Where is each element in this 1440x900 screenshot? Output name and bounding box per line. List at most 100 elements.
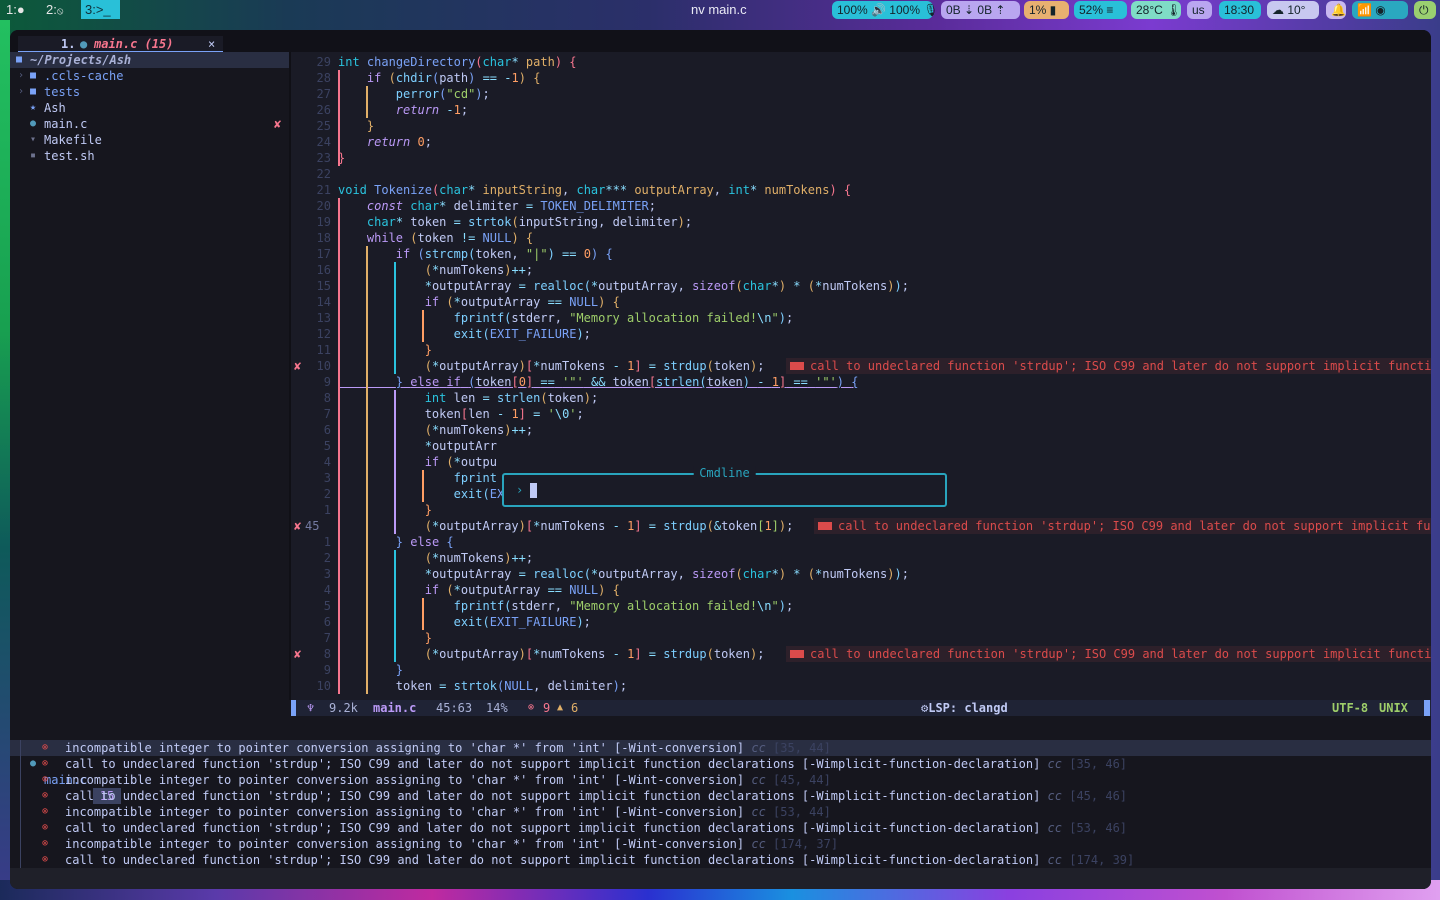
code-line[interactable]: 3 *outputArray = realloc(*outputArray, s… [291, 566, 1431, 582]
code-line[interactable]: 10 token = strtok(NULL, delimiter); [291, 678, 1431, 694]
code-line[interactable]: 18 while (token != NULL) { [291, 230, 1431, 246]
diagnostic-text: incompatible integer to pointer conversi… [65, 836, 838, 852]
diagnostic-item[interactable]: ⊗ call to undeclared function 'strdup'; I… [10, 820, 1431, 836]
module-cpu[interactable]: 1% ▮ [1024, 1, 1069, 19]
code-text: void Tokenize(char* inputString, char***… [338, 183, 852, 197]
close-icon[interactable]: × [208, 36, 215, 52]
error-square-icon [790, 650, 804, 658]
workspace-1[interactable]: 1:● [2, 0, 29, 19]
code-line[interactable]: 9 } else if (token[0] == '"' && token[st… [291, 374, 1431, 390]
code-line[interactable]: 13 fprintf(stderr, "Memory allocation fa… [291, 310, 1431, 326]
line-number: 26 [316, 103, 331, 117]
code-text: exit(EXIT_FAILURE); [453, 615, 591, 629]
code-line[interactable]: 25 } [291, 118, 1431, 134]
diagnostic-item[interactable]: ⊗ call to undeclared function 'strdup'; I… [10, 852, 1431, 868]
cmdline-popup: Cmdline › [502, 466, 947, 507]
file-explorer: ■ ~/Projects/Ash › ■ .ccls-cache › ■ tests ★ As… [10, 52, 289, 700]
indent-guide [422, 470, 424, 502]
code-line[interactable]: ✘ 8 (*outputArray)[*numTokens - 1] = strd… [291, 646, 1431, 662]
tree-root[interactable]: ■ ~/Projects/Ash [10, 52, 289, 68]
code-text: fprintf(stderr, "Memory allocation faile… [453, 311, 794, 325]
code-line[interactable]: 17 if (strcmp(token, "|") == 0) { [291, 246, 1431, 262]
module-weather[interactable]: ☁ 10° [1267, 1, 1319, 19]
module-clock[interactable]: 18:30 [1219, 1, 1261, 19]
code-line[interactable]: 4 if (*outputArray == NULL) { [291, 582, 1431, 598]
code-line[interactable]: 26 return -1; [291, 102, 1431, 118]
module-temperature[interactable]: 28°C 🌡 [1131, 1, 1181, 19]
module-network-traffic[interactable]: 0B ⇣ 0B ⇡ [941, 1, 1020, 19]
code-line[interactable]: 24 return 0; [291, 134, 1431, 150]
code-line[interactable]: 8 int len = strlen(token); [291, 390, 1431, 406]
diagnostics-file-header[interactable]: ⌄ ● main.c 15 [10, 724, 1431, 804]
tree-item[interactable]: › ■ tests [10, 84, 289, 100]
code-line[interactable]: 20 const char* delimiter = TOKEN_DELIMIT… [291, 198, 1431, 214]
diagnostic-item[interactable]: ⊗ incompatible integer to pointer convers… [10, 836, 1431, 852]
tree-item[interactable]: ▪ test.sh [10, 148, 289, 164]
tree-item[interactable]: ★ Ash [10, 100, 289, 116]
diagnostic-text: incompatible integer to pointer conversi… [65, 772, 831, 788]
cmdline-input[interactable] [530, 483, 537, 498]
code-text: exit(EXIT_FAILURE); [453, 327, 591, 341]
diagnostic-text: incompatible integer to pointer conversi… [65, 740, 831, 756]
code-line[interactable]: 27 perror("cd"); [291, 86, 1431, 102]
code-line[interactable]: 5 *outputArr [291, 438, 1431, 454]
code-line[interactable]: 19 char* token = strtok(inputString, del… [291, 214, 1431, 230]
diagnostic-item[interactable]: ⊗ call to undeclared function 'strdup'; I… [10, 788, 1431, 804]
tab-main-c[interactable]: 1. ● main.c (15) × [18, 36, 223, 52]
line-number: 16 [316, 263, 331, 277]
code-text: int changeDirectory(char* path) { [338, 55, 577, 69]
code-editor[interactable]: 29 int changeDirectory(char* path) {28 if… [291, 52, 1431, 700]
code-line[interactable]: 6 exit(EXIT_FAILURE); [291, 614, 1431, 630]
code-line[interactable]: 12 exit(EXIT_FAILURE); [291, 326, 1431, 342]
code-line[interactable]: 2 (*numTokens)++; [291, 550, 1431, 566]
workspace-2[interactable]: 2:⦸ [42, 0, 67, 19]
workspace-3[interactable]: 3:>_ [81, 0, 120, 19]
chevron-right-icon[interactable]: › [18, 84, 24, 100]
code-line[interactable]: ✘ 10 (*outputArray)[*numTokens - 1] = str… [291, 358, 1431, 374]
module-notifications[interactable]: 🔔 [1326, 1, 1346, 19]
code-line[interactable]: 29 int changeDirectory(char* path) { [291, 54, 1431, 70]
diagnostic-item[interactable]: ⊗ incompatible integer to pointer convers… [10, 804, 1431, 820]
code-line[interactable]: 6 (*numTokens)++; [291, 422, 1431, 438]
chevron-right-icon[interactable]: › [18, 68, 24, 84]
diagnostic-item[interactable]: ⊗ incompatible integer to pointer convers… [10, 740, 1431, 756]
module-memory[interactable]: 52% ≡ [1074, 1, 1127, 19]
error-sign-icon[interactable]: ✘ [294, 518, 301, 534]
code-line[interactable]: 14 if (*outputArray == NULL) { [291, 294, 1431, 310]
line-number: 1 [323, 535, 331, 549]
code-line[interactable]: 5 fprintf(stderr, "Memory allocation fai… [291, 598, 1431, 614]
diagnostic-item[interactable]: ⊗ incompatible integer to pointer convers… [10, 772, 1431, 788]
code-line[interactable]: 28 if (chdir(path) == -1) { [291, 70, 1431, 86]
code-line[interactable]: 7 token[len - 1] = '\0'; [291, 406, 1431, 422]
code-line[interactable]: 15 *outputArray = realloc(*outputArray, … [291, 278, 1431, 294]
diagnostic-item[interactable]: ⊗ call to undeclared function 'strdup'; I… [10, 756, 1431, 772]
code-line[interactable]: 11 } [291, 342, 1431, 358]
app-icon: ● [16, 2, 25, 17]
code-line[interactable]: ✘ 45 (*outputArray)[*numTokens - 1] = str… [291, 518, 1431, 534]
tree-item[interactable]: › ■ .ccls-cache [10, 68, 289, 84]
code-line[interactable]: 4 if (*outpu [291, 454, 1431, 470]
code-text: } [424, 343, 432, 357]
module-keyboard-layout[interactable]: us [1187, 1, 1212, 19]
code-line[interactable]: 22 [291, 166, 1431, 182]
code-line[interactable]: 21 void Tokenize(char* inputString, char*… [291, 182, 1431, 198]
error-sign-icon[interactable]: ✘ [294, 646, 301, 662]
app-icon: ⦸ [56, 6, 64, 17]
module-power[interactable]: ⏻ [1414, 1, 1436, 19]
error-square-icon [790, 362, 804, 370]
tree-root-label: ~/Projects/Ash [30, 53, 132, 67]
shell-icon: ▪ [30, 150, 37, 161]
line-number: 5 [323, 439, 331, 453]
tree-item[interactable]: ▾ Makefile [10, 132, 289, 148]
error-sign-icon[interactable]: ✘ [294, 358, 301, 374]
error-icon: ⊗ [42, 806, 49, 817]
code-line[interactable]: 7 } [291, 630, 1431, 646]
code-line[interactable]: 9 } [291, 662, 1431, 678]
c-file-icon: ● [80, 37, 88, 51]
code-line[interactable]: 16 (*numTokens)++; [291, 262, 1431, 278]
tree-item[interactable]: ● main.c ✘ [10, 116, 289, 132]
code-line[interactable]: 1 } else { [291, 534, 1431, 550]
module-tray[interactable]: 📶 ◉ [1352, 1, 1408, 19]
module-audio[interactable]: 100% 🔊 100% 🎙 [832, 1, 939, 19]
code-line[interactable]: 23} [291, 150, 1431, 166]
